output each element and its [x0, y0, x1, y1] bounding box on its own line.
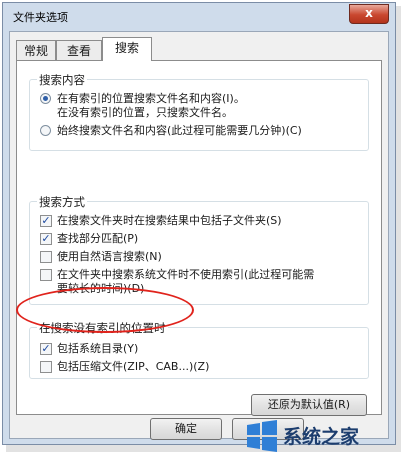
title-bar[interactable]: 文件夹选项 x: [3, 3, 395, 31]
dialog-client: 常规 查看 搜索 搜索内容 在有索引的位置搜索文件名和内容(I)。 在没有索引的…: [9, 31, 389, 440]
tab-view[interactable]: 查看: [56, 40, 102, 60]
radio-label-line1: 在有索引的位置搜索文件名和内容(I)。: [57, 92, 245, 105]
window-title: 文件夹选项: [13, 11, 68, 24]
ok-button[interactable]: 确定: [150, 418, 222, 440]
checkbox-checked[interactable]: ✓: [40, 233, 52, 245]
checkbox[interactable]: [40, 269, 52, 281]
checkbox-checked[interactable]: ✓: [40, 215, 52, 227]
checkbox-label: 查找部分匹配(P): [57, 232, 139, 245]
watermark-logo: 系统之家: [243, 413, 405, 459]
radio-button[interactable]: [40, 125, 51, 136]
checkbox[interactable]: [40, 361, 52, 373]
red-highlight-circle: [16, 287, 194, 333]
checkbox-checked[interactable]: ✓: [40, 343, 52, 355]
group-title-search-content: 搜索内容: [37, 72, 87, 88]
folder-options-dialog: 文件夹选项 x 常规 查看 搜索 搜索内容 在有索引的位置搜索文件名和内容(I)…: [2, 2, 396, 445]
radio-label: 始终搜索文件名和内容(此过程可能需要几分钟)(C): [57, 124, 302, 137]
close-icon: x: [365, 6, 373, 20]
checkbox-label: 使用自然语言搜索(N): [57, 250, 162, 263]
search-tab-panel: 搜索内容 在有索引的位置搜索文件名和内容(I)。 在没有索引的位置，只搜索文件名…: [16, 60, 382, 416]
radio-label-line2: 在没有索引的位置，只搜索文件名。: [57, 106, 233, 119]
checkbox-label-line1: 在文件夹中搜索系统文件时不使用索引(此过程可能需: [57, 268, 315, 281]
watermark-text: 系统之家: [283, 426, 360, 448]
no-index-group: 在搜索没有索引的位置时 ✓ 包括系统目录(Y) 包括压缩文件(ZIP、CAB..…: [29, 320, 369, 379]
tab-search[interactable]: 搜索: [102, 37, 152, 61]
checkbox-label: 在搜索文件夹时在搜索结果中包括子文件夹(S): [57, 214, 282, 227]
tab-general[interactable]: 常规: [16, 40, 56, 60]
close-button[interactable]: x: [349, 4, 389, 24]
radio-button-selected[interactable]: [40, 93, 51, 104]
checkbox[interactable]: [40, 251, 52, 263]
checkbox-label: 包括系统目录(Y): [57, 342, 139, 355]
windows-logo-icon: [247, 420, 277, 452]
search-content-group: 搜索内容 在有索引的位置搜索文件名和内容(I)。 在没有索引的位置，只搜索文件名…: [29, 72, 369, 151]
group-title-search-method: 搜索方式: [37, 194, 87, 210]
checkbox-label: 包括压缩文件(ZIP、CAB...)(Z): [57, 360, 210, 373]
